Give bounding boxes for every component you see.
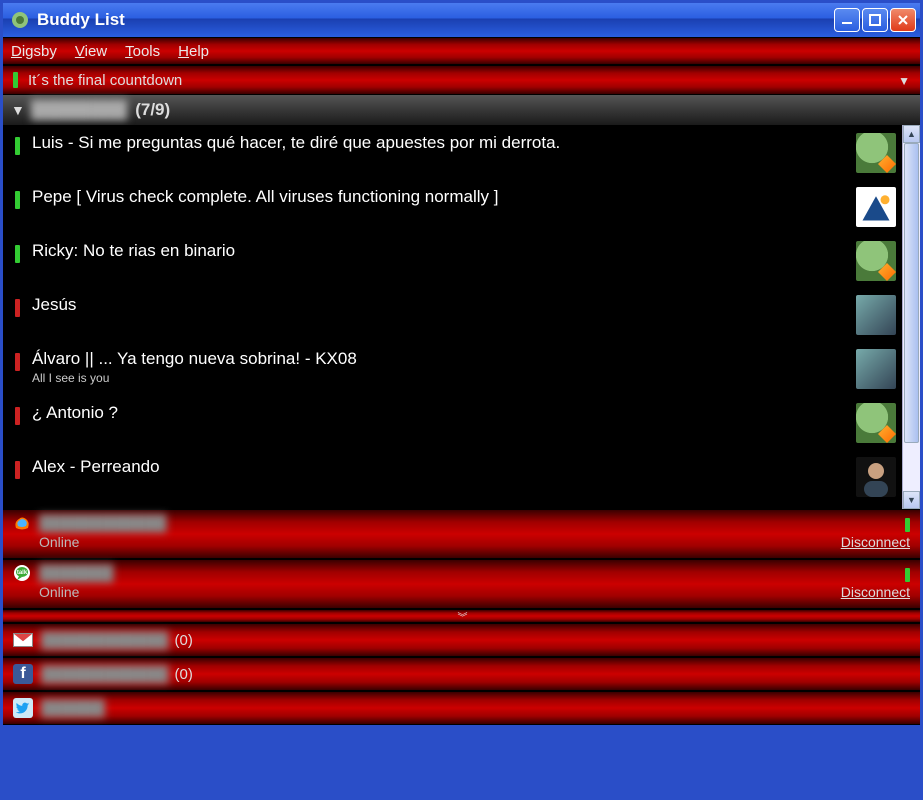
social-row[interactable]: f ████████████ (0) <box>3 657 920 691</box>
account-name: ███████ <box>39 565 113 582</box>
menu-bar: Digsby View Tools Help <box>3 37 920 65</box>
generic-avatar-icon <box>856 187 896 227</box>
account-name: ████████████ <box>39 515 167 532</box>
collapse-handle[interactable]: ︾ <box>3 609 920 623</box>
buddy-text: Ricky: No te rias en binario <box>32 241 848 261</box>
buddy-row[interactable]: Ricky: No te rias en binario <box>15 241 896 281</box>
buddy-row[interactable]: Pepe [ Virus check complete. All viruses… <box>15 187 896 227</box>
msn-service-icon <box>13 514 31 532</box>
buddy-presence-indicator <box>15 461 20 479</box>
menu-tools[interactable]: Tools <box>125 43 160 60</box>
scroll-up-button[interactable]: ▲ <box>903 125 920 143</box>
minimize-button[interactable] <box>834 8 860 32</box>
buddy-text: Pepe [ Virus check complete. All viruses… <box>32 187 848 207</box>
person-avatar-icon <box>856 457 896 497</box>
disconnect-link[interactable]: Disconnect <box>841 584 910 600</box>
account-presence-indicator <box>905 518 910 532</box>
buddy-list: Luis - Si me preguntas qué hacer, te dir… <box>3 125 902 509</box>
buddy-text: ¿ Antonio ? <box>32 403 848 423</box>
group-header[interactable]: ▼ ████████ (7/9) <box>3 95 920 125</box>
buddy-row[interactable]: Alex - Perreando <box>15 457 896 497</box>
buddy-label: Luis - Si me preguntas qué hacer, te dir… <box>32 133 848 153</box>
buddy-label: Pepe [ Virus check complete. All viruses… <box>32 187 848 207</box>
twitter-service-icon <box>13 698 33 718</box>
status-dropdown-icon[interactable]: ▼ <box>898 74 910 88</box>
presence-indicator <box>13 72 18 88</box>
buddy-presence-indicator <box>15 191 20 209</box>
buddy-text: Jesús <box>32 295 848 315</box>
buddy-presence-indicator <box>15 353 20 371</box>
buddy-row[interactable]: Luis - Si me preguntas qué hacer, te dir… <box>15 133 896 173</box>
scroll-thumb[interactable] <box>904 143 919 443</box>
account-status: Online <box>39 534 79 550</box>
buddy-row[interactable]: Álvaro || ... Ya tengo nueva sobrina! - … <box>15 349 896 389</box>
social-name: ████████████ <box>41 632 169 649</box>
buddy-presence-indicator <box>15 299 20 317</box>
socials-section: ████████████ (0) f ████████████ (0) ██████ <box>3 623 920 725</box>
gtalk-service-icon: talk <box>13 564 31 582</box>
buddy-text: Alex - Perreando <box>32 457 848 477</box>
buddy-label: Álvaro || ... Ya tengo nueva sobrina! - … <box>32 349 848 369</box>
buddy-presence-indicator <box>15 407 20 425</box>
scroll-track[interactable] <box>903 143 920 491</box>
buddy-presence-indicator <box>15 245 20 263</box>
maximize-button[interactable] <box>862 8 888 32</box>
digsby-avatar-icon <box>856 403 896 443</box>
buddy-presence-indicator <box>15 137 20 155</box>
account-status: Online <box>39 584 79 600</box>
close-button[interactable] <box>890 8 916 32</box>
buddy-label: Alex - Perreando <box>32 457 848 477</box>
gmail-service-icon <box>13 630 33 650</box>
account-presence-indicator <box>905 568 910 582</box>
status-text: It´s the final countdown <box>28 72 182 89</box>
group-name: ████████ <box>31 100 127 120</box>
account-row[interactable]: ████████████ Online Disconnect <box>3 509 920 559</box>
account-row[interactable]: talk ███████ Online Disconnect <box>3 559 920 609</box>
app-window: Buddy List Digsby View Tools Help It´s t… <box>0 0 923 800</box>
buddy-row[interactable]: Jesús <box>15 295 896 335</box>
window-title: Buddy List <box>37 10 125 30</box>
status-bar[interactable]: It´s the final countdown ▼ <box>3 65 920 95</box>
title-bar: Buddy List <box>3 3 920 37</box>
buddy-text: Álvaro || ... Ya tengo nueva sobrina! - … <box>32 349 848 385</box>
social-row[interactable]: ████████████ (0) <box>3 623 920 657</box>
facebook-service-icon: f <box>13 664 33 684</box>
group-count: (7/9) <box>135 100 170 120</box>
buddy-list-container: Luis - Si me preguntas qué hacer, te dir… <box>3 125 920 509</box>
social-count: (0) <box>175 632 193 649</box>
buddy-label: ¿ Antonio ? <box>32 403 848 423</box>
social-name: ████████████ <box>41 666 169 683</box>
social-name: ██████ <box>41 700 105 717</box>
photo-avatar-icon <box>856 349 896 389</box>
digsby-avatar-icon <box>856 133 896 173</box>
scroll-down-button[interactable]: ▼ <box>903 491 920 509</box>
disconnect-link[interactable]: Disconnect <box>841 534 910 550</box>
app-icon <box>11 11 29 29</box>
menu-help[interactable]: Help <box>178 43 209 60</box>
group-collapse-icon: ▼ <box>11 102 25 118</box>
buddy-label: Jesús <box>32 295 848 315</box>
social-count: (0) <box>175 666 193 683</box>
digsby-avatar-icon <box>856 241 896 281</box>
buddy-sublabel: All I see is you <box>32 371 848 385</box>
svg-text:talk: talk <box>17 570 28 576</box>
buddy-text: Luis - Si me preguntas qué hacer, te dir… <box>32 133 848 153</box>
menu-view[interactable]: View <box>75 43 107 60</box>
scrollbar[interactable]: ▲ ▼ <box>902 125 920 509</box>
social-row[interactable]: ██████ <box>3 691 920 725</box>
buddy-label: Ricky: No te rias en binario <box>32 241 848 261</box>
accounts-section: ████████████ Online Disconnect talk ███████ O… <box>3 509 920 609</box>
menu-digsby[interactable]: Digsby <box>11 43 57 60</box>
buddy-row[interactable]: ¿ Antonio ? <box>15 403 896 443</box>
photo-avatar-icon <box>856 295 896 335</box>
